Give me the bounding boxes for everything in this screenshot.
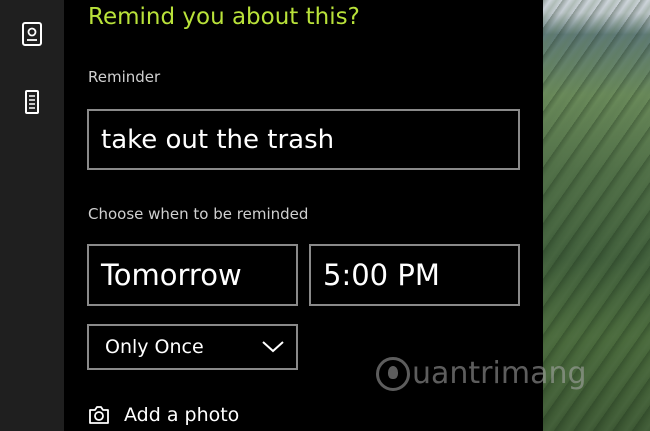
reminder-input[interactable]: take out the trash [87, 109, 520, 170]
watermark: uantrimang [376, 356, 587, 391]
reminder-input-value: take out the trash [101, 124, 335, 155]
watermark-text: uantrimang [412, 356, 587, 391]
time-picker-value: 5:00 PM [323, 258, 440, 292]
repeat-dropdown-value: Only Once [105, 336, 204, 358]
camera-icon [89, 406, 109, 424]
date-picker[interactable]: Tomorrow [87, 244, 298, 306]
notebook-button[interactable] [14, 16, 50, 52]
when-label: Choose when to be reminded [88, 205, 309, 223]
time-picker[interactable]: 5:00 PM [309, 244, 520, 306]
device-icon [25, 90, 39, 114]
add-photo-label: Add a photo [124, 404, 240, 426]
notebook-icon [22, 22, 42, 46]
reminder-label: Reminder [88, 68, 161, 86]
left-rail [0, 0, 64, 431]
add-photo-button[interactable]: Add a photo [88, 404, 239, 426]
date-picker-value: Tomorrow [101, 258, 242, 292]
chevron-down-icon [262, 341, 284, 353]
device-button[interactable] [14, 84, 50, 120]
repeat-dropdown[interactable]: Only Once [87, 324, 298, 370]
watermark-logo-icon [376, 356, 410, 391]
dialog-title: Remind you about this? [88, 4, 360, 30]
